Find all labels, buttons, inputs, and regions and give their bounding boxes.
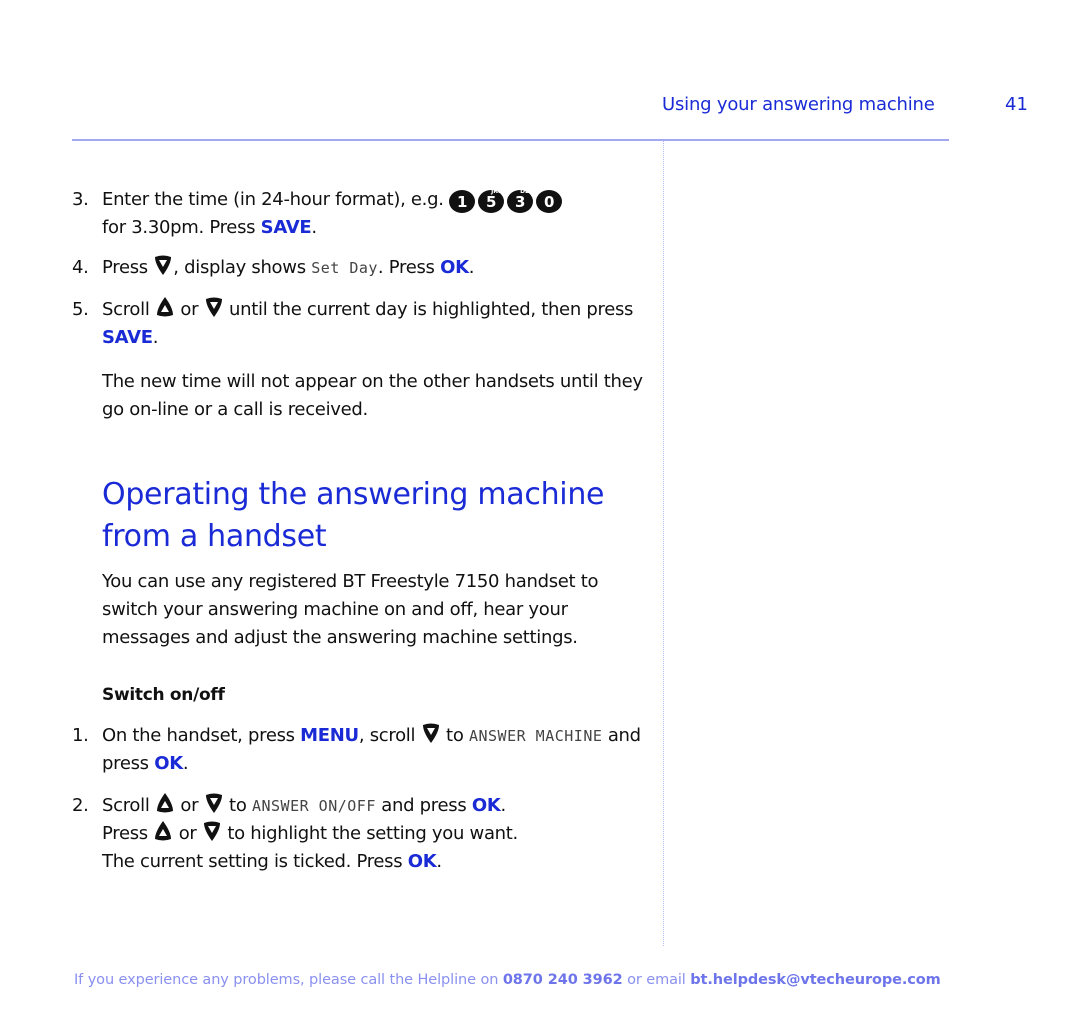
note-paragraph: The new time will not appear on the othe…: [102, 371, 643, 420]
instruction-step: 3. Enter the time (in 24-hour format), e…: [72, 186, 652, 242]
step-number: 2.: [72, 795, 89, 816]
menu-key-label: MENU: [300, 725, 359, 746]
step-text: Enter the time (in 24-hour format), e.g.: [102, 189, 450, 210]
section-heading: Operating the answering machine from a h…: [102, 477, 605, 554]
keypad-key-0-icon: 0: [536, 190, 563, 213]
running-header-title: Using your answering machine: [662, 94, 935, 115]
step-number: 4.: [72, 257, 89, 278]
ok-key-label: OK: [471, 795, 501, 816]
step-number: 5.: [72, 299, 89, 320]
step-text: for 3.30pm. Press: [102, 217, 261, 238]
down-arrow-key-icon: [204, 792, 224, 814]
keypad-key-1-icon: 1: [449, 190, 476, 213]
display-text: ANSWER MACHINE: [468, 727, 603, 745]
intro-paragraph: You can use any registered BT Freestyle …: [102, 571, 599, 648]
save-key-label: SAVE: [260, 217, 312, 238]
down-arrow-key-icon: [153, 254, 173, 276]
ok-key-label: OK: [154, 753, 183, 774]
page-number: 41: [1005, 94, 1028, 115]
helpdesk-email: bt.helpdesk@vtecheurope.com: [690, 972, 941, 988]
display-text: ANSWER ON/OFF: [251, 797, 376, 815]
instruction-step: 2. Scroll or to ANSWER ON/OFF and press …: [72, 792, 652, 876]
helpline-footer: If you experience any problems, please c…: [74, 972, 941, 988]
up-arrow-key-icon: [155, 296, 175, 318]
ok-key-label: OK: [440, 257, 469, 278]
save-key-label: SAVE: [102, 327, 153, 348]
down-arrow-key-icon: [204, 296, 224, 318]
display-text: Set Day: [311, 259, 378, 277]
keypad-key-3-icon: DEF 3: [507, 189, 533, 213]
down-arrow-key-icon: [202, 820, 222, 842]
up-arrow-key-icon: [155, 792, 175, 814]
main-column: 3. Enter the time (in 24-hour format), e…: [72, 186, 652, 890]
step-number: 3.: [72, 189, 89, 210]
column-divider: [663, 141, 664, 946]
helpline-phone: 0870 240 3962: [502, 972, 623, 988]
subheading: Switch on/off: [102, 685, 225, 705]
ok-key-label: OK: [407, 851, 437, 872]
instruction-step: 5. Scroll or until the current day is hi…: [72, 296, 652, 352]
up-arrow-key-icon: [153, 820, 173, 842]
step-number: 1.: [72, 725, 89, 746]
instruction-step: 4. Press , display shows Set Day. Press …: [72, 254, 652, 282]
down-arrow-key-icon: [421, 722, 441, 744]
instruction-step: 1. On the handset, press MENU, scroll to…: [72, 722, 652, 778]
header-rule: [72, 139, 949, 141]
keypad-key-5-icon: JKL 5: [478, 189, 505, 213]
